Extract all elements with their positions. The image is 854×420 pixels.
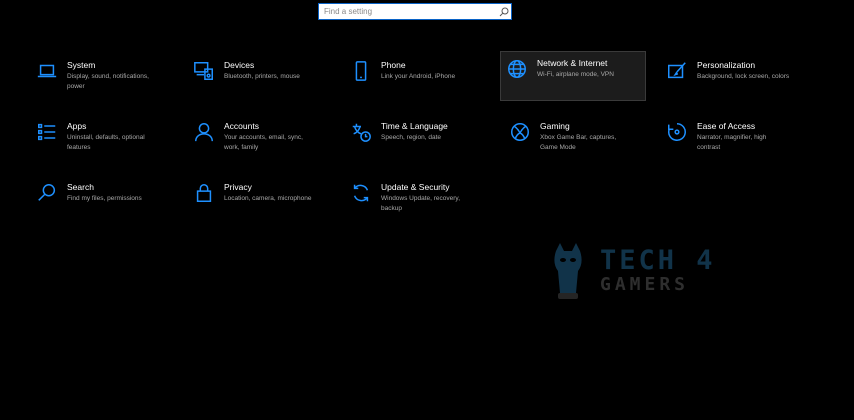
tile-description: Location, camera, microphone (224, 195, 312, 202)
tile-title: Accounts (224, 121, 259, 131)
tile-search[interactable]: Search Find my files, permissions (30, 175, 176, 225)
tile-privacy[interactable]: Privacy Location, camera, microphone (187, 175, 333, 225)
search-icon[interactable] (497, 5, 511, 19)
person-icon (193, 121, 215, 143)
devices-icon (193, 60, 215, 82)
ease-of-access-icon (666, 121, 688, 143)
laptop-icon (36, 60, 58, 82)
tile-title: Update & Security (381, 182, 450, 192)
tile-gaming[interactable]: Gaming Xbox Game Bar, captures, Game Mode (503, 114, 649, 164)
search-input[interactable] (319, 4, 497, 19)
tile-time-language[interactable]: Time & Language Speech, region, date (344, 114, 490, 164)
tile-update-security[interactable]: Update & Security Windows Update, recover… (344, 175, 490, 225)
tile-title: Network & Internet (537, 58, 608, 68)
tile-description: Your accounts, email, sync, work, family (224, 134, 303, 151)
apps-list-icon (36, 121, 58, 143)
tile-description: Wi-Fi, airplane mode, VPN (537, 71, 614, 78)
lock-icon (193, 182, 215, 204)
search-icon (36, 182, 58, 204)
update-icon (350, 182, 372, 204)
tile-ease-of-access[interactable]: Ease of Access Narrator, magnifier, high … (660, 114, 806, 164)
tile-title: Gaming (540, 121, 570, 131)
tile-title: Phone (381, 60, 406, 70)
watermark-logo: TECH 4 GAMERS (548, 240, 738, 302)
tile-network[interactable]: Network & Internet Wi-Fi, airplane mode, … (500, 51, 646, 101)
tile-description: Speech, region, date (381, 134, 441, 141)
tile-title: Devices (224, 60, 255, 70)
watermark-line-1: TECH 4 (600, 245, 716, 276)
tile-title: System (67, 60, 96, 70)
tile-title: Search (67, 182, 94, 192)
xbox-icon (509, 121, 531, 143)
tile-description: Find my files, permissions (67, 195, 142, 202)
search-box[interactable] (318, 3, 512, 20)
tile-personalization[interactable]: Personalization Background, lock screen, … (660, 53, 806, 103)
mascot-icon (548, 241, 588, 301)
tile-devices[interactable]: Devices Bluetooth, printers, mouse (187, 53, 333, 103)
tile-description: Windows Update, recovery, backup (381, 195, 460, 212)
tile-title: Apps (67, 121, 87, 131)
tile-accounts[interactable]: Accounts Your accounts, email, sync, work… (187, 114, 333, 164)
tile-title: Privacy (224, 182, 252, 192)
tile-description: Link your Android, iPhone (381, 73, 456, 80)
watermark-line-2: GAMERS (600, 274, 690, 295)
globe-icon (506, 58, 528, 80)
tile-system[interactable]: System Display, sound, notifications, pow… (30, 53, 176, 103)
tile-description: Narrator, magnifier, high contrast (697, 134, 767, 151)
tile-description: Xbox Game Bar, captures, Game Mode (540, 134, 617, 151)
phone-icon (350, 60, 372, 82)
tile-apps[interactable]: Apps Uninstall, defaults, optional featur… (30, 114, 176, 164)
paint-icon (666, 60, 688, 82)
tile-title: Ease of Access (697, 121, 756, 131)
tile-description: Display, sound, notifications, power (67, 73, 149, 90)
tile-description: Background, lock screen, colors (697, 73, 790, 80)
tile-phone[interactable]: Phone Link your Android, iPhone (344, 53, 490, 103)
tile-title: Personalization (697, 60, 756, 70)
tile-description: Bluetooth, printers, mouse (224, 73, 300, 80)
tile-title: Time & Language (381, 121, 448, 131)
time-language-icon (350, 121, 372, 143)
tile-description: Uninstall, defaults, optional features (67, 134, 145, 151)
